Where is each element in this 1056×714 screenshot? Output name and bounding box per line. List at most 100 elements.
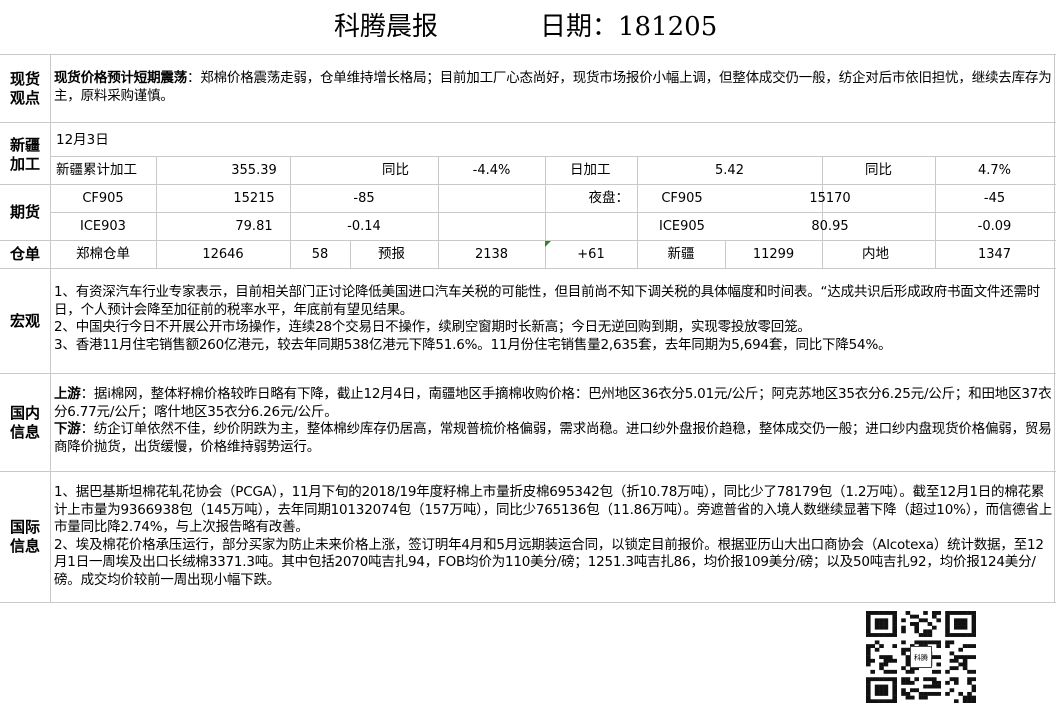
qr-module <box>892 691 897 696</box>
qr-module <box>962 618 968 623</box>
qr-module <box>962 662 968 667</box>
qr-module <box>967 669 972 674</box>
qr-module <box>932 677 937 682</box>
qr-module <box>945 669 950 674</box>
qr-module <box>888 699 893 704</box>
qr-module <box>927 629 933 634</box>
qr-module <box>914 688 919 693</box>
section-label-xinjiang: 新疆 加工 <box>9 136 40 173</box>
qr-module <box>866 680 871 685</box>
upstream-text: ：据i棉网，整体籽棉价格较昨日略有下降，截止12月4日，南疆地区手摘棉收购价格：… <box>54 386 1052 420</box>
xinjiang-daily-label: 日加工 <box>570 162 611 178</box>
qr-module <box>949 688 955 693</box>
qr-module <box>883 662 889 667</box>
qr-module <box>958 625 963 630</box>
qr-module <box>954 666 959 671</box>
qr-module <box>901 691 906 696</box>
xinjiang-cum-value: 355.39 <box>231 163 277 178</box>
qr-module <box>892 618 897 623</box>
qr-module <box>866 625 871 630</box>
qr-module <box>958 691 963 696</box>
qr-module <box>954 622 959 626</box>
qr-module <box>883 658 889 663</box>
qr-module <box>958 618 963 623</box>
qr-module <box>888 655 893 660</box>
upstream-heading: 上游 <box>54 386 81 402</box>
qr-module <box>892 695 897 700</box>
qr-module <box>949 633 955 637</box>
night-session-label: 夜盘： <box>588 190 630 206</box>
qr-module <box>905 680 911 685</box>
section-label-warehouse: 仓单 <box>9 245 40 263</box>
spot-paragraph: 现货价格预计短期震荡：郑棉价格震荡走弱，仓单维持增长格局；目前加工厂心态尚好，现… <box>54 70 1054 105</box>
qr-module <box>892 633 897 637</box>
qr-module <box>945 618 950 623</box>
qr-module <box>945 633 950 637</box>
qr-module <box>901 677 906 682</box>
warehouse-label: 郑棉仓单 <box>76 246 130 262</box>
qr-module <box>945 640 950 645</box>
qr-module <box>954 699 959 704</box>
qr-module <box>914 614 919 619</box>
qr-module <box>901 640 906 645</box>
qr-module <box>918 695 924 700</box>
qr-module <box>892 611 897 615</box>
night-futures-change: -45 <box>983 191 1006 206</box>
qr-module <box>918 640 924 645</box>
qr-module <box>866 618 871 623</box>
qr-module <box>958 611 963 615</box>
qr-module <box>936 618 941 623</box>
forecast-change: +61 <box>577 247 605 262</box>
qr-module <box>901 618 906 623</box>
qr-module <box>879 644 884 648</box>
grid-line <box>50 54 51 602</box>
section-label-domestic: 国内 信息 <box>9 404 40 441</box>
qr-module <box>971 633 977 637</box>
qr-module <box>949 658 955 663</box>
qr-module <box>879 699 884 704</box>
section-label-international: 国际 信息 <box>9 518 40 555</box>
qr-module <box>866 651 871 656</box>
section-label-futures: 期货 <box>9 203 40 221</box>
qr-module <box>892 669 897 674</box>
futures-code: ICE903 <box>80 219 126 234</box>
qr-module <box>866 658 871 663</box>
grid-line <box>822 156 823 268</box>
xinjiang-yoy2-value: 4.7% <box>977 163 1012 178</box>
qr-module <box>866 677 871 682</box>
qr-module <box>892 677 897 682</box>
qr-module <box>954 611 959 615</box>
qr-module <box>883 688 889 693</box>
night-futures-price: 80.95 <box>811 219 849 234</box>
qr-module <box>927 684 933 689</box>
qr-module <box>905 611 911 615</box>
qr-module <box>870 611 875 615</box>
qr-module <box>958 633 963 637</box>
qr-module <box>932 614 937 619</box>
qr-module <box>879 633 884 637</box>
qr-module <box>932 691 937 696</box>
qr-module <box>932 611 937 615</box>
qr-module <box>923 629 928 634</box>
qr-module <box>874 691 880 696</box>
qr-module <box>936 644 941 648</box>
qr-module <box>967 699 972 704</box>
qr-module <box>954 625 959 630</box>
qr-module <box>866 614 871 619</box>
qr-module <box>927 640 933 645</box>
qr-module <box>927 691 933 696</box>
qr-module <box>910 669 915 674</box>
qr-module <box>954 618 959 623</box>
night-futures-code: ICE905 <box>659 219 705 234</box>
xinjiang-date: 12月3日 <box>56 132 109 148</box>
qr-module <box>883 655 889 660</box>
qr-module <box>914 677 919 682</box>
qr-module <box>888 669 893 674</box>
qr-module <box>923 633 928 637</box>
qr-module <box>866 655 871 660</box>
qr-module <box>874 618 880 623</box>
spot-heading: 现货价格预计短期震荡 <box>54 70 187 86</box>
inland-warehouse-value: 1347 <box>977 247 1012 262</box>
xinjiang-yoy-value: -4.4% <box>472 163 511 178</box>
qr-module <box>967 691 972 696</box>
